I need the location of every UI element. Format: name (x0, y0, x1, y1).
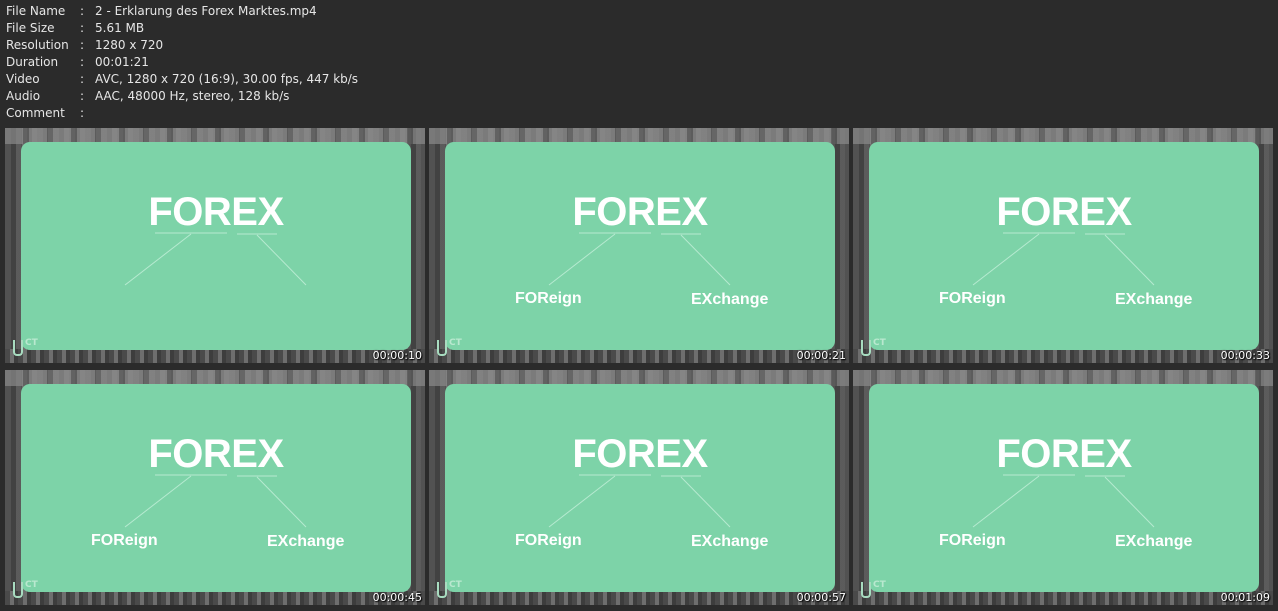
video-thumbnail[interactable]: FOREX FOReign EXchange CT 00:01:09 (853, 370, 1273, 605)
info-separator: : (80, 55, 85, 69)
info-separator: : (80, 38, 85, 52)
channel-logo-icon: CT (437, 581, 462, 599)
info-row-resolution: Resolution:1280 x 720 (6, 37, 358, 54)
info-row-file-size: File Size:5.61 MB (6, 20, 358, 37)
channel-logo-icon: CT (437, 339, 462, 357)
timestamp: 00:00:33 (1220, 349, 1270, 362)
info-value: 5.61 MB (95, 21, 145, 35)
info-key: Audio (6, 89, 41, 103)
slide-title: FOREX (996, 432, 1132, 476)
info-row-file-name: File Name:2 - Erklarung des Forex Markte… (6, 3, 358, 20)
info-separator: : (80, 21, 85, 35)
slide-title: FOREX (148, 432, 284, 476)
slide-right-word: EXchange (691, 291, 769, 308)
info-value: 2 - Erklarung des Forex Marktes.mp4 (95, 4, 317, 18)
timestamp: 00:00:45 (372, 591, 422, 604)
channel-logo-icon: CT (13, 581, 38, 599)
info-row-comment: Comment: (6, 105, 358, 122)
info-value: 00:01:21 (95, 55, 149, 69)
connector-lines (548, 474, 731, 528)
slide-card: FOREX FOReign EXchange (445, 384, 835, 592)
slide-card: FOREX FOReign EXchange (869, 384, 1259, 592)
info-value: AVC, 1280 x 720 (16:9), 30.00 fps, 447 k… (95, 72, 359, 86)
slide-title: FOREX (996, 190, 1132, 234)
channel-logo-icon: CT (13, 339, 38, 357)
timestamp: 00:00:57 (796, 591, 846, 604)
timestamp: 00:00:10 (372, 349, 422, 362)
info-separator: : (80, 72, 85, 86)
slide-left-word: FOReign (515, 532, 582, 549)
video-thumbnail[interactable]: FOREX FOReign EXchange CT 00:00:45 (5, 370, 425, 605)
slide-card: FOREX (21, 142, 411, 350)
info-separator: : (80, 106, 85, 120)
slide-card: FOREX FOReign EXchange (21, 384, 411, 592)
video-thumbnail[interactable]: FOREX FOReign EXchange CT 00:00:21 (429, 128, 849, 363)
slide-title: FOREX (148, 190, 284, 234)
slide-right-word: EXchange (691, 533, 769, 550)
info-key: Resolution (6, 38, 69, 52)
slide-left-word: FOReign (91, 532, 158, 549)
video-thumbnail[interactable]: FOREX FOReign EXchange CT 00:00:33 (853, 128, 1273, 363)
slide-right-word: EXchange (1115, 533, 1193, 550)
info-row-duration: Duration:00:01:21 (6, 54, 358, 71)
connector-lines (548, 232, 731, 286)
video-thumbnail[interactable]: FOREX FOReign EXchange CT 00:00:57 (429, 370, 849, 605)
connector-lines (972, 232, 1155, 286)
connector-lines (124, 232, 307, 286)
info-row-video: Video: AVC, 1280 x 720 (16:9), 30.00 fps,… (6, 71, 358, 88)
info-value: 1280 x 720 (95, 38, 164, 52)
info-separator: : (80, 89, 85, 103)
info-separator: : (80, 4, 85, 18)
slide-left-word: FOReign (515, 290, 582, 307)
slide-left-word: FOReign (939, 290, 1006, 307)
slide-right-word: EXchange (267, 533, 345, 550)
slide-title: FOREX (572, 432, 708, 476)
video-thumbnail[interactable]: FOREX CT 00:00:10 (5, 128, 425, 363)
timestamp: 00:00:21 (796, 349, 846, 362)
info-key: File Size (6, 21, 55, 35)
info-key: Video (6, 72, 40, 86)
info-row-audio: Audio: AAC, 48000 Hz, stereo, 128 kb/s (6, 88, 358, 105)
connector-lines (124, 474, 307, 528)
channel-logo-icon: CT (861, 339, 886, 357)
slide-card: FOREX FOReign EXchange (869, 142, 1259, 350)
slide-title: FOREX (572, 190, 708, 234)
slide-left-word: FOReign (939, 532, 1006, 549)
connector-lines (972, 474, 1155, 528)
thumbnail-grid: FOREX CT 00:00:10 FOREX FOReign EXchange… (5, 128, 1273, 606)
info-value: AAC, 48000 Hz, stereo, 128 kb/s (95, 89, 290, 103)
slide-right-word: EXchange (1115, 291, 1193, 308)
slide-card: FOREX FOReign EXchange (445, 142, 835, 350)
info-key: Duration (6, 55, 59, 69)
info-key: File Name (6, 4, 66, 18)
info-key: Comment (6, 106, 65, 120)
file-info-panel: File Name:2 - Erklarung des Forex Markte… (6, 3, 358, 122)
channel-logo-icon: CT (861, 581, 886, 599)
timestamp: 00:01:09 (1220, 591, 1270, 604)
